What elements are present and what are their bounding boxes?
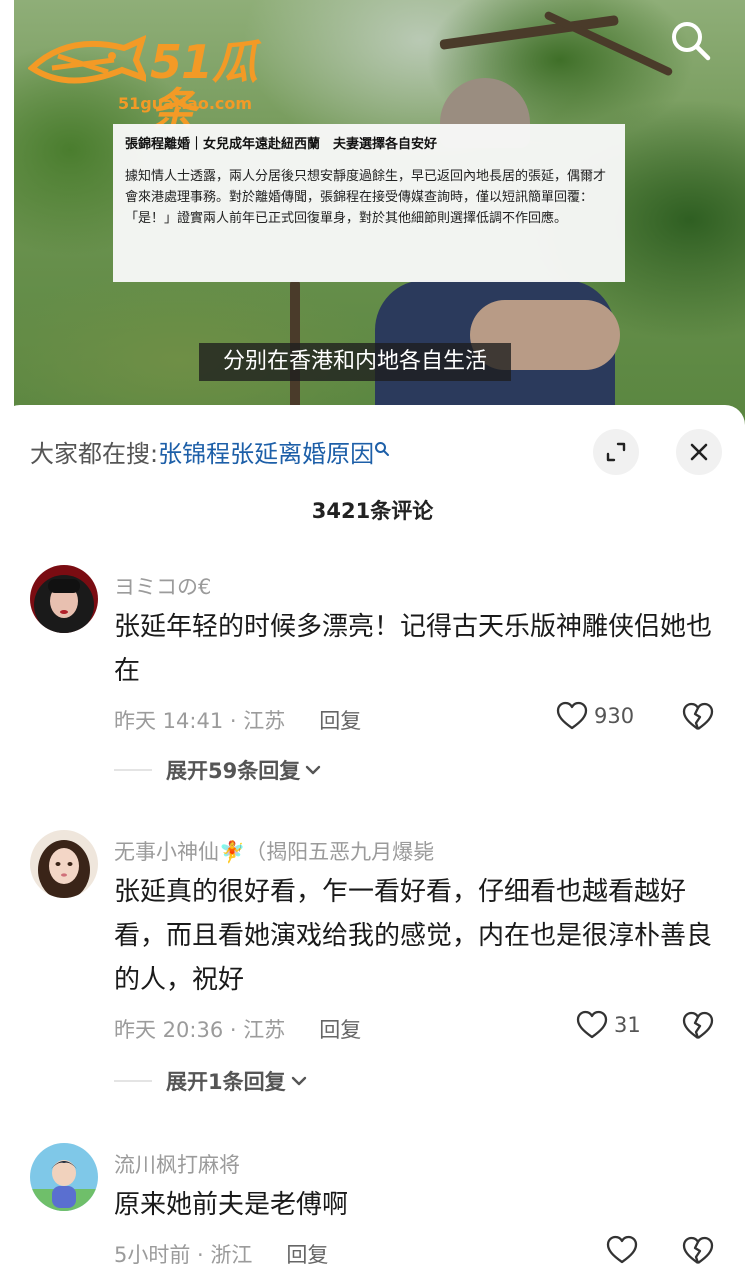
comment-text: 原来她前夫是老傅啊	[114, 1190, 349, 1220]
like-button[interactable]: 31	[576, 1010, 641, 1040]
comment-time-location: 5小时前 · 浙江	[114, 1243, 253, 1267]
news-title: 張錦程離婚｜女兒成年遠赴紐西蘭 夫妻選擇各自安好	[125, 137, 438, 152]
news-body: 據知情人士透露，兩人分居後只想安靜度過餘生，早已返回內地長居的張延，偶爾才會來港…	[125, 169, 607, 226]
logo-text: 51瓜条	[150, 35, 258, 137]
dislike-broken-heart-icon[interactable]	[682, 1011, 714, 1041]
search-icon[interactable]	[668, 18, 712, 62]
news-excerpt-card: 張錦程離婚｜女兒成年遠赴紐西蘭 夫妻選擇各自安好 據知情人士透露，兩人分居後只想…	[113, 124, 625, 282]
reply-button[interactable]: 回复	[286, 1243, 328, 1267]
expand-fullscreen-button[interactable]	[593, 429, 639, 475]
expand-replies-label: 展开1条回复	[166, 1070, 286, 1094]
suggested-search[interactable]: 大家都在搜:张锦程张延离婚原因	[30, 437, 390, 471]
dislike-broken-heart-icon[interactable]	[682, 702, 714, 732]
expand-replies-button[interactable]: 展开1条回复	[114, 1066, 308, 1096]
comment-username[interactable]: 无事小神仙🧚（揭阳五恶九月爆毙	[114, 836, 434, 866]
chevron-down-icon	[291, 1076, 306, 1086]
small-search-icon	[375, 442, 390, 456]
close-icon	[690, 443, 708, 461]
avatar[interactable]	[30, 1143, 98, 1211]
comment-text: 张延年轻的时候多漂亮！记得古天乐版神雕侠侣她也在	[114, 612, 713, 686]
comment-username[interactable]: 流川枫打麻将	[114, 1149, 240, 1179]
avatar-image	[30, 1143, 98, 1211]
dislike-broken-heart-icon[interactable]	[682, 1236, 714, 1266]
reply-button[interactable]: 回复	[319, 709, 361, 733]
expand-replies-button[interactable]: 展开59条回复	[114, 755, 322, 785]
heart-icon	[606, 1235, 638, 1264]
expand-replies-label: 展开59条回复	[166, 759, 301, 783]
comment-text: 张延真的很好看，乍一看好看，仔细看也越看越好看，而且看她演戏给我的感觉，内在也是…	[114, 877, 713, 995]
comment-time-location: 昨天 14:41 · 江苏	[114, 709, 286, 733]
avatar[interactable]	[30, 565, 98, 633]
comment-meta: 昨天 20:36 · 江苏 回复	[114, 1014, 361, 1044]
comment-meta: 5小时前 · 浙江 回复	[114, 1239, 328, 1269]
comment-count: 3421条评论	[311, 499, 434, 523]
video-left-edge	[0, 0, 14, 425]
reply-button[interactable]: 回复	[319, 1018, 361, 1042]
expand-icon	[606, 442, 626, 462]
suggested-search-term[interactable]: 张锦程张延离婚原因	[158, 440, 374, 468]
divider-line	[114, 769, 152, 771]
heart-icon	[576, 1010, 608, 1039]
fish-logo-icon	[28, 34, 146, 84]
avatar[interactable]	[30, 830, 98, 898]
divider-line	[114, 1080, 152, 1082]
suggested-search-prefix: 大家都在搜:	[30, 440, 159, 468]
like-button[interactable]: 930	[556, 701, 634, 731]
comment-time-location: 昨天 20:36 · 江苏	[114, 1018, 286, 1042]
comment-meta: 昨天 14:41 · 江苏 回复	[114, 705, 361, 735]
comment-sheet: 大家都在搜:张锦程张延离婚原因 3421条评论 ヨミコの€ 张延年轻的时候多漂亮…	[0, 405, 745, 1280]
comment-username[interactable]: ヨミコの€	[114, 571, 211, 601]
avatar-image	[30, 830, 98, 898]
like-button[interactable]	[606, 1235, 644, 1265]
logo-url: 51guatiao.com	[118, 94, 253, 113]
heart-icon	[556, 701, 588, 730]
like-count: 930	[594, 704, 635, 728]
like-count: 31	[614, 1013, 641, 1037]
avatar-image	[30, 565, 98, 633]
close-button[interactable]	[676, 429, 722, 475]
chevron-down-icon	[306, 765, 321, 775]
video-player[interactable]: 51瓜条 51guatiao.com 張錦程離婚｜女兒成年遠赴紐西蘭 夫妻選擇各…	[0, 0, 745, 425]
video-subtitle: 分别在香港和内地各自生活	[199, 343, 512, 381]
site-logo[interactable]: 51瓜条 51guatiao.com	[28, 28, 298, 134]
